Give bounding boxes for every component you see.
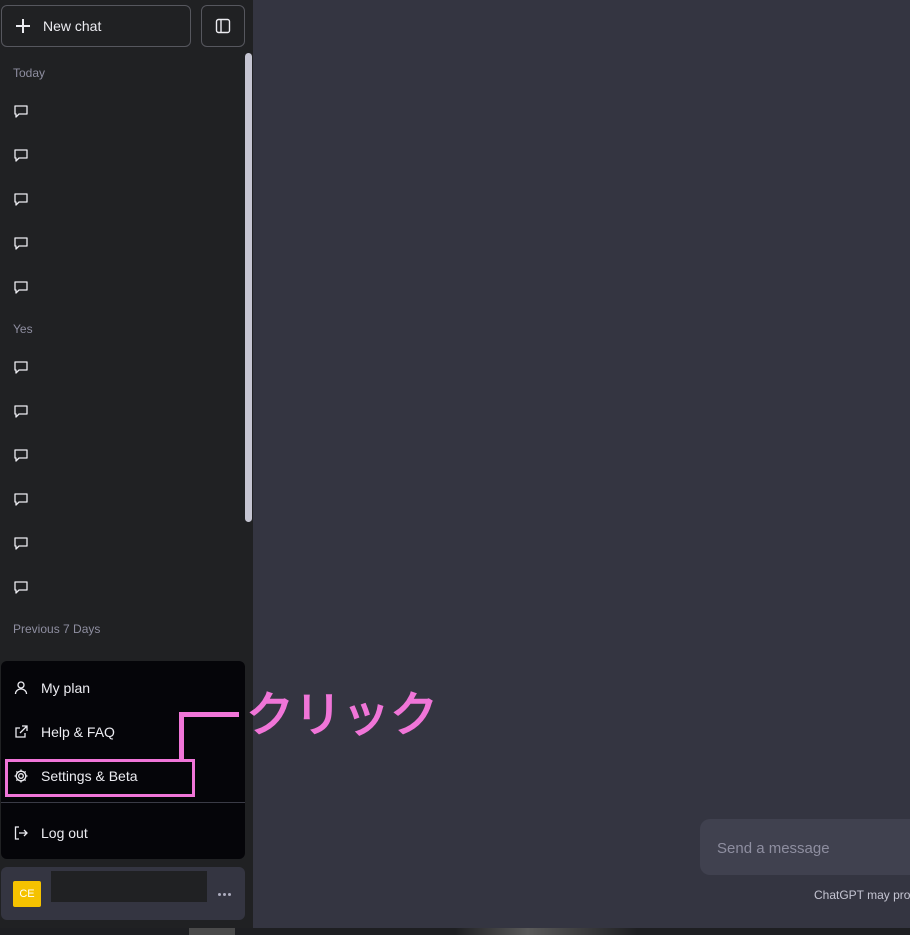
disclaimer-text: ChatGPT may produce — [814, 888, 910, 902]
toggle-sidebar-button[interactable] — [201, 5, 245, 47]
chat-item[interactable] — [2, 393, 240, 429]
chat-item[interactable] — [2, 137, 240, 173]
section-label-today: Today — [13, 66, 46, 80]
taskbar-item — [189, 928, 235, 935]
chat-item[interactable] — [2, 225, 240, 261]
taskbar-strip — [0, 928, 910, 935]
plus-icon — [16, 19, 30, 33]
menu-item-log-out[interactable]: Log out — [1, 813, 245, 853]
new-chat-label: New chat — [43, 18, 102, 34]
chat-item[interactable] — [2, 525, 240, 561]
message-icon — [14, 193, 28, 206]
user-icon — [14, 681, 28, 695]
annotation-connector — [179, 712, 239, 717]
message-icon — [14, 105, 28, 118]
menu-divider — [1, 802, 245, 803]
message-icon — [14, 361, 28, 374]
chat-item[interactable] — [2, 481, 240, 517]
menu-item-label: Log out — [41, 825, 88, 841]
menu-item-my-plan[interactable]: My plan — [1, 668, 245, 708]
message-icon — [14, 237, 28, 250]
logout-icon — [14, 826, 28, 840]
more-options-icon[interactable] — [215, 885, 233, 903]
annotation-highlight-box — [5, 759, 195, 797]
message-icon — [14, 281, 28, 294]
message-icon — [14, 149, 28, 162]
chat-item[interactable] — [2, 437, 240, 473]
section-label-yesterday: Yes — [13, 322, 33, 336]
menu-item-help-faq[interactable]: Help & FAQ — [1, 712, 245, 752]
chat-item[interactable] — [2, 181, 240, 217]
annotation-text: クリック — [246, 689, 439, 742]
app-root: New chat Today Yes Previous 7 Days My pl… — [0, 0, 910, 935]
annotation-connector — [179, 712, 184, 761]
chat-item[interactable] — [2, 93, 240, 129]
message-icon — [14, 493, 28, 506]
new-chat-button[interactable]: New chat — [1, 5, 191, 47]
message-icon — [14, 537, 28, 550]
user-account-button[interactable]: CE — [1, 867, 245, 920]
message-icon — [14, 405, 28, 418]
chat-item[interactable] — [2, 269, 240, 305]
sidebar-panel-icon — [215, 18, 231, 34]
sidebar-scrollbar[interactable] — [245, 53, 252, 522]
message-composer — [700, 819, 910, 875]
message-input[interactable] — [715, 836, 910, 860]
external-link-icon — [15, 725, 28, 738]
section-label-previous-7-days: Previous 7 Days — [13, 622, 101, 636]
menu-item-label: My plan — [41, 680, 91, 696]
chat-item[interactable] — [2, 569, 240, 605]
redacted-username — [51, 871, 207, 902]
message-icon — [14, 581, 28, 594]
avatar: CE — [13, 881, 41, 907]
menu-item-label: Help & FAQ — [41, 724, 115, 740]
message-icon — [14, 449, 28, 462]
chat-item[interactable] — [2, 349, 240, 385]
